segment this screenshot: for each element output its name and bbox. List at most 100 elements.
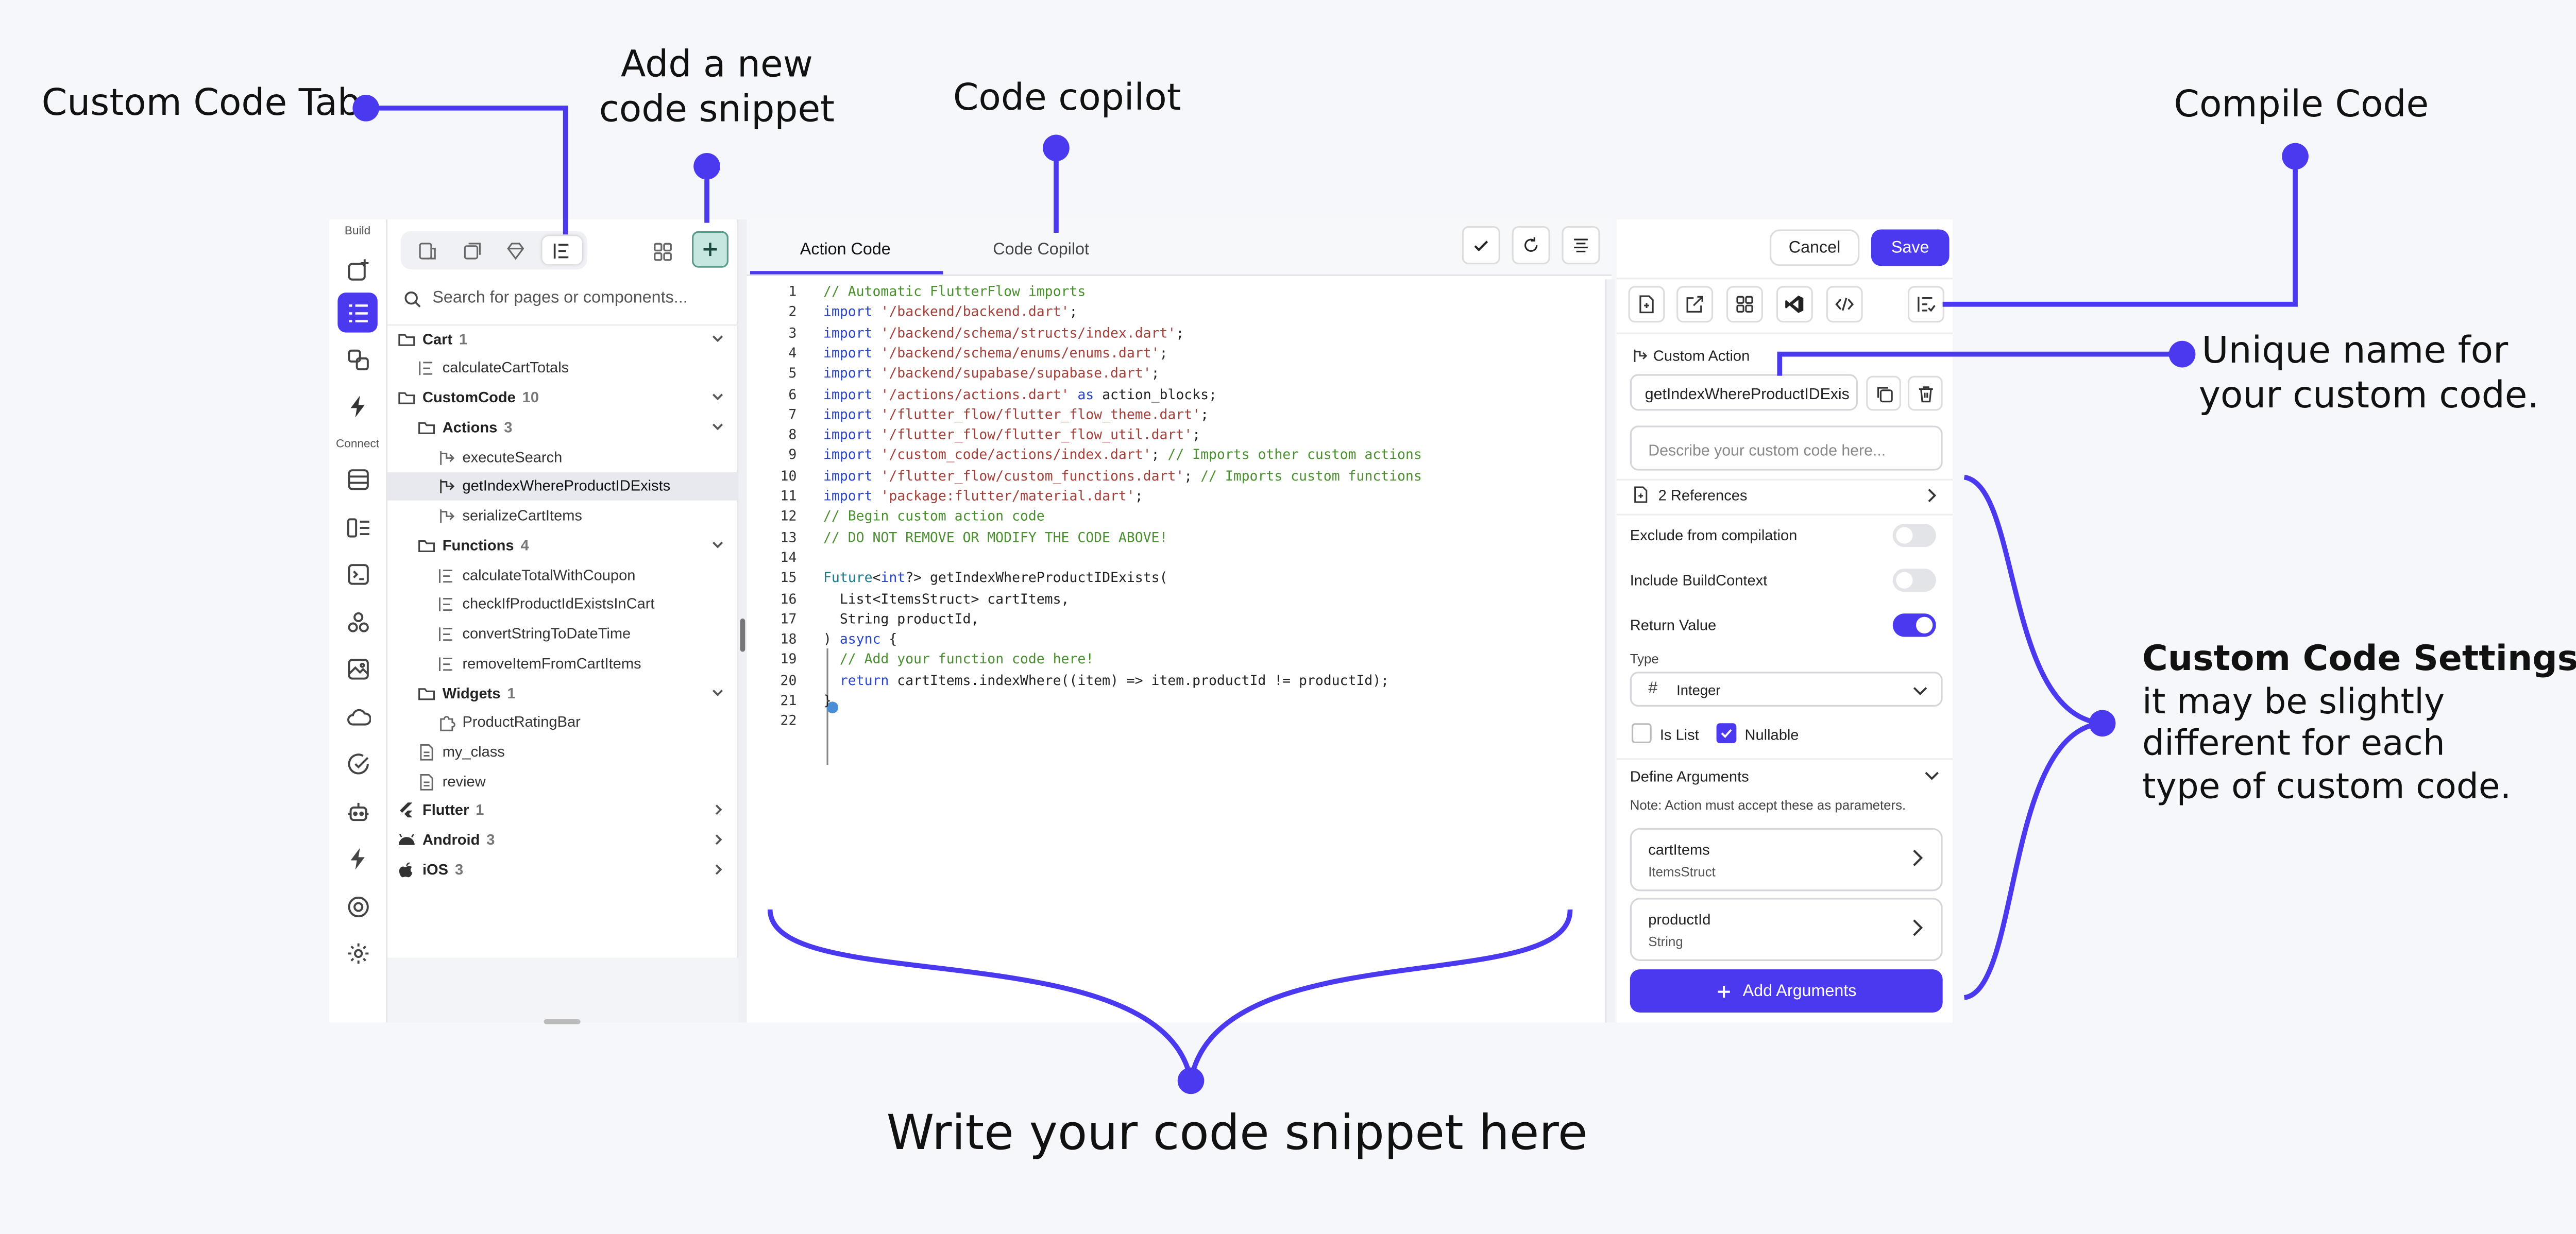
test-check-icon[interactable] — [337, 743, 377, 783]
nav-scroll-handle[interactable] — [544, 1019, 581, 1024]
chevron-down-icon[interactable] — [1923, 766, 1941, 785]
tree-item-serializecartitems[interactable]: serializeCartItems — [387, 502, 738, 530]
code-line: import '/backend/schema/enums/enums.dart… — [823, 344, 1168, 361]
left-rail: Build Connect — [329, 219, 386, 1023]
tree-group-customcode[interactable]: CustomCode 10 — [387, 384, 738, 413]
check-button[interactable] — [1462, 226, 1500, 265]
type-select[interactable]: # Integer — [1630, 672, 1943, 707]
components-icon[interactable] — [337, 339, 377, 379]
tree-group-flutter[interactable]: Flutter 1 — [387, 796, 738, 825]
search-input[interactable]: Search for pages or components... — [432, 289, 687, 308]
argument-type: String — [1648, 934, 1683, 950]
save-button[interactable]: Save — [1871, 229, 1950, 266]
code-area[interactable]: 1 2 3 4 5 6 7 8 9 10 11 12 13 14 15 16 17 18 19 20 21 22 // A… — [747, 279, 1612, 1022]
tree-item-review[interactable]: review — [387, 768, 738, 796]
code-line: import '/backend/schema/structs/index.da… — [823, 323, 1184, 340]
exclude-compilation-toggle[interactable] — [1892, 523, 1936, 547]
tree-group-actions[interactable]: Actions 3 — [387, 414, 738, 442]
nullable-checkbox[interactable] — [1716, 723, 1737, 744]
tab-custom-code-icon[interactable] — [542, 236, 582, 265]
resize-handle[interactable] — [740, 618, 745, 652]
api-calls-icon[interactable] — [337, 507, 377, 547]
argument-card-productid[interactable]: productId String — [1630, 898, 1943, 961]
settings-gear-icon[interactable] — [337, 933, 377, 972]
add-arguments-button[interactable]: Add Arguments — [1630, 969, 1943, 1013]
reset-icon[interactable] — [1512, 226, 1550, 265]
tree-item-calculatetotalwithcoupon[interactable]: calculateTotalWithCoupon — [387, 562, 738, 590]
include-buildcontext-toggle[interactable] — [1892, 569, 1936, 592]
terminal-icon[interactable] — [337, 554, 377, 593]
tree-group-cart[interactable]: Cart 1 — [387, 326, 738, 354]
tab-action-code[interactable]: Action Code — [800, 241, 891, 260]
lightning-icon[interactable] — [337, 386, 377, 425]
tab-library-diamond-icon[interactable] — [496, 236, 535, 264]
tree-item-getindexwhereproductidexists[interactable]: getIndexWhereProductIDExists — [387, 472, 739, 501]
media-assets-icon[interactable] — [337, 648, 377, 688]
integrations-icon[interactable] — [337, 602, 377, 642]
tab-components-icon[interactable] — [452, 236, 492, 264]
tree-item-my-class[interactable]: my_class — [387, 738, 738, 766]
is-list-checkbox[interactable] — [1631, 723, 1652, 744]
tree-group-ios[interactable]: iOS 3 — [387, 856, 738, 885]
trash-icon[interactable] — [1907, 375, 1943, 411]
flash-actions-icon[interactable] — [337, 838, 377, 878]
open-external-icon[interactable] — [1676, 286, 1714, 323]
code-line: String productId, — [823, 610, 979, 627]
dot-add-snippet — [693, 153, 720, 180]
line-number: 5 — [788, 364, 797, 381]
action-icon — [1634, 349, 1648, 362]
argument-card-cartitems[interactable]: cartItems ItemsStruct — [1630, 828, 1943, 892]
grid-view-icon[interactable] — [646, 234, 679, 268]
vscode-icon[interactable] — [1776, 286, 1813, 323]
annotation-compile-code: Compile Code — [2174, 84, 2429, 127]
rail-connect-label: Connect — [335, 439, 380, 451]
tree-item-convertstringtodatetime[interactable]: convertStringToDateTime — [387, 620, 738, 648]
code-line: import '/backend/backend.dart'; — [823, 303, 1078, 320]
references-doc-icon[interactable] — [1628, 286, 1665, 323]
add-page-icon[interactable] — [337, 249, 377, 289]
folder-icon — [398, 334, 415, 346]
custom-code-icon[interactable] — [337, 293, 378, 333]
tree-label: calculateTotalWithCoupon — [462, 567, 636, 584]
define-arguments-label[interactable]: Define Arguments — [1630, 768, 1749, 784]
add-snippet-button[interactable] — [691, 231, 728, 268]
code-line: import '/flutter_flow/flutter_flow_theme… — [823, 405, 1209, 422]
tab-code-copilot[interactable]: Code Copilot — [993, 241, 1089, 260]
tab-pages-icon[interactable] — [408, 236, 447, 264]
code-line: import '/actions/actions.dart' as action… — [823, 385, 1217, 402]
tree-item-removeitemfromcartitems[interactable]: removeItemFromCartItems — [387, 650, 738, 678]
copy-icon[interactable] — [1866, 375, 1901, 411]
line-number: 7 — [788, 405, 797, 422]
name-field[interactable]: getIndexWhereProductIDExis — [1630, 374, 1858, 411]
database-icon[interactable] — [337, 459, 377, 499]
tree-group-widgets[interactable]: Widgets 1 — [387, 680, 738, 708]
search-bar[interactable]: Search for pages or components... — [401, 283, 730, 316]
tree-item-checkifproductidexistsincart[interactable]: checkIfProductIdExistsInCart — [387, 590, 738, 619]
compile-code-icon[interactable] — [1907, 286, 1944, 323]
tree-item-calculatecarttotals[interactable]: calculateCartTotals — [387, 354, 738, 383]
annotation-add-snippet-line: code snippet — [599, 90, 835, 132]
format-code-icon[interactable] — [1562, 226, 1600, 265]
theme-palette-icon[interactable] — [337, 886, 377, 926]
code-line: // DO NOT REMOVE OR MODIFY THE CODE ABOV… — [823, 528, 1168, 545]
custom-action-label: Custom Action — [1653, 347, 1750, 364]
tree-group-android[interactable]: Android 3 — [387, 826, 738, 854]
chevron-right-icon — [715, 804, 722, 815]
cloud-icon[interactable] — [337, 697, 377, 736]
annotation-settings: Custom Code Settings: it may be slightly… — [2142, 639, 2576, 808]
grid-icon[interactable] — [1726, 286, 1763, 323]
line-number: 19 — [780, 650, 797, 667]
references-link[interactable]: 2 References — [1658, 487, 1748, 504]
tree-group-functions[interactable]: Functions 4 — [387, 532, 738, 560]
agent-robot-icon[interactable] — [337, 792, 377, 831]
tree-label: Widgets 1 — [442, 685, 516, 702]
return-value-toggle[interactable] — [1892, 613, 1936, 637]
line-number: 1 — [788, 282, 797, 300]
code-line: // Begin custom action code — [823, 507, 1045, 524]
description-field[interactable]: Describe your custom code here... — [1630, 425, 1943, 471]
chevron-right-icon[interactable] — [1924, 486, 1939, 506]
cancel-button[interactable]: Cancel — [1769, 229, 1860, 266]
tree-item-executesearch[interactable]: executeSearch — [387, 444, 738, 472]
tree-item-productratingbar[interactable]: ProductRatingBar — [387, 708, 738, 736]
code-view-icon[interactable] — [1826, 286, 1863, 323]
